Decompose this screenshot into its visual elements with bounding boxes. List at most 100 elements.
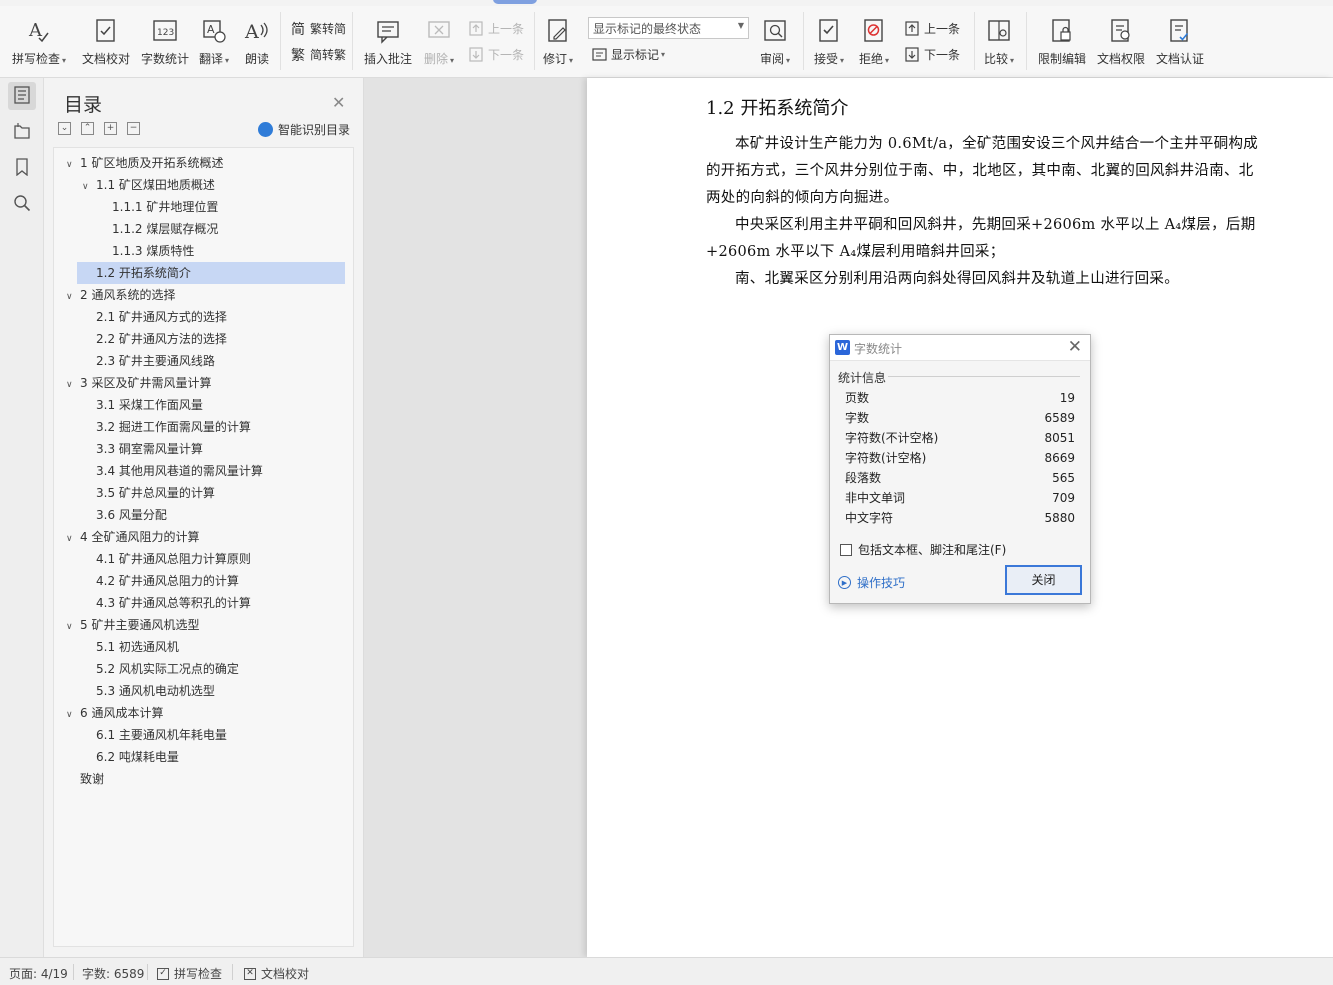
toc-item-label: 3.2 掘进工作面需风量的计算 (96, 420, 251, 434)
status-divider (73, 964, 74, 980)
stat-value: 565 (1052, 471, 1075, 485)
word-count-button[interactable]: 123 字数统计 (141, 18, 189, 67)
review-pane-icon (762, 18, 788, 44)
close-icon[interactable]: ✕ (332, 93, 345, 112)
include-notes-checkbox[interactable]: 包括文本框、脚注和尾注(F) (840, 541, 1006, 558)
prev-comment-button[interactable]: 上一条 (468, 20, 524, 37)
toc-item[interactable]: 1.1.1 矿井地理位置 (54, 196, 353, 218)
delete-label: 删除 (424, 52, 449, 66)
compare-button[interactable]: 比较 ▾ (984, 18, 1014, 67)
simplified-char-icon: 简 (291, 21, 305, 38)
doc-certify-button[interactable]: 文档认证 (1156, 18, 1204, 67)
markup-state-select[interactable]: 显示标记的最终状态 ▼ (588, 17, 749, 39)
status-doc-proof-label: 文档校对 (261, 967, 310, 981)
doc-proof-label: 文档校对 (82, 52, 131, 66)
toc-item[interactable]: 1.1.2 煤层赋存概况 (54, 218, 353, 240)
insert-comment-button[interactable]: 插入批注 (364, 18, 412, 67)
chevron-down-icon[interactable]: ∨ (66, 374, 80, 396)
toc-item[interactable]: 4.1 矿井通风总阻力计算原则 (54, 548, 353, 570)
collapse-all-icon[interactable]: ⌄ (58, 122, 71, 135)
read-aloud-button[interactable]: A 朗读 (244, 18, 270, 67)
expand-up-icon[interactable]: ⌃ (81, 122, 94, 135)
chevron-down-icon[interactable]: ∨ (66, 616, 80, 638)
tips-link[interactable]: ▶ 操作技巧 (838, 574, 905, 591)
toc-item-label: 6.1 主要通风机年耗电量 (96, 728, 227, 742)
toc-item[interactable]: ∨ 1.1 矿区煤田地质概述 (54, 174, 353, 196)
review-pane-button[interactable]: 审阅 ▾ (760, 18, 790, 67)
chapter-nav-button[interactable] (8, 118, 36, 146)
toc-item-label: 1.1.2 煤层赋存概况 (112, 222, 219, 236)
toc-item[interactable]: ∨ 4 全矿通风阻力的计算 (54, 526, 353, 548)
remove-heading-icon[interactable]: − (127, 122, 140, 135)
track-changes-button[interactable]: 修订 ▾ (543, 18, 573, 67)
bookmark-button[interactable] (8, 154, 36, 182)
toc-item-label: 5.2 风机实际工况点的确定 (96, 662, 239, 676)
doc-proof-button[interactable]: 文档校对 (82, 18, 130, 67)
toc-item[interactable]: 5.3 通风机电动机选型 (54, 680, 353, 702)
doc-permission-button[interactable]: 文档权限 (1097, 18, 1145, 67)
add-heading-icon[interactable]: + (104, 122, 117, 135)
toc-item-label: 1.1.1 矿井地理位置 (112, 200, 219, 214)
toc-item[interactable]: 6.1 主要通风机年耗电量 (54, 724, 353, 746)
toc-panel-button[interactable] (8, 82, 36, 110)
toc-item[interactable]: 3.1 采煤工作面风量 (54, 394, 353, 416)
toc-item[interactable]: ∨ 6 通风成本计算 (54, 702, 353, 724)
outline-icon (14, 85, 30, 107)
search-button[interactable] (8, 190, 36, 218)
toc-item[interactable]: ∨ 2 通风系统的选择 (54, 284, 353, 306)
toc-item[interactable]: ∨ 5 矿井主要通风机选型 (54, 614, 353, 636)
chevron-down-icon[interactable]: ∨ (66, 286, 80, 308)
toc-item[interactable]: 5.1 初选通风机 (54, 636, 353, 658)
chevron-down-icon[interactable]: ∨ (66, 704, 80, 726)
chevron-down-icon[interactable]: ∨ (82, 176, 96, 198)
toc-item[interactable]: 3.4 其他用风巷道的需风量计算 (54, 460, 353, 482)
toc-item[interactable]: 3.5 矿井总风量的计算 (54, 482, 353, 504)
toc-item[interactable]: ∨ 3 采区及矿井需风量计算 (54, 372, 353, 394)
toc-item[interactable]: 2.3 矿井主要通风线路 (54, 350, 353, 372)
status-doc-proof[interactable]: ✕ 文档校对 (244, 965, 309, 982)
toc-item[interactable]: 3.6 风量分配 (54, 504, 353, 526)
trad-to-simp-button[interactable]: 简 繁转简 (290, 20, 346, 38)
toc-item-label: 4 全矿通风阻力的计算 (80, 530, 200, 544)
prev-change-icon (904, 21, 920, 37)
toc-item[interactable]: 2.2 矿井通风方法的选择 (54, 328, 353, 350)
simp-to-trad-button[interactable]: 繁 简转繁 (290, 46, 346, 64)
prev-change-button[interactable]: 上一条 (904, 20, 960, 37)
close-button[interactable]: 关闭 (1005, 565, 1082, 595)
restrict-edit-button[interactable]: 限制编辑 (1038, 18, 1086, 67)
show-markup-label: 显示标记 (611, 48, 660, 62)
smart-toc-button[interactable]: 智能识别目录 (258, 121, 350, 138)
next-comment-button[interactable]: 下一条 (468, 46, 524, 63)
active-tab-indicator[interactable] (493, 0, 537, 4)
toc-item[interactable]: 3.2 掘进工作面需风量的计算 (54, 416, 353, 438)
reject-button[interactable]: 拒绝 ▾ (859, 18, 889, 67)
insert-comment-label: 插入批注 (364, 52, 413, 66)
toc-item[interactable]: 致谢 (54, 768, 353, 790)
toc-item[interactable]: 1.1.3 煤质特性 (54, 240, 353, 262)
toc-item[interactable]: 2.1 矿井通风方式的选择 (54, 306, 353, 328)
toc-item-label: 致谢 (80, 772, 105, 786)
next-comment-icon (468, 47, 484, 63)
next-change-button[interactable]: 下一条 (904, 46, 960, 63)
chevron-down-icon[interactable]: ∨ (66, 154, 80, 176)
toc-item[interactable]: 5.2 风机实际工况点的确定 (54, 658, 353, 680)
page-indicator[interactable]: 页面: 4/19 (9, 965, 68, 982)
play-icon: ▶ (838, 576, 851, 589)
toc-item[interactable]: 3.3 硐室需风量计算 (54, 438, 353, 460)
delete-comment-button[interactable]: 删除 ▾ (424, 18, 454, 67)
toc-item[interactable]: ∨ 1 矿区地质及开拓系统概述 (54, 152, 353, 174)
chevron-down-icon[interactable]: ∨ (66, 528, 80, 550)
toc-item-label: 3.1 采煤工作面风量 (96, 398, 203, 412)
toc-item[interactable]: 1.2 开拓系统简介 (77, 262, 345, 284)
spell-check-button[interactable]: A 拼写检查 ▾ (12, 18, 66, 67)
toc-item[interactable]: 6.2 吨煤耗电量 (54, 746, 353, 768)
status-spell-check[interactable]: ✓ 拼写检查 (157, 965, 222, 982)
toc-item[interactable]: 4.3 矿井通风总等积孔的计算 (54, 592, 353, 614)
word-count-indicator[interactable]: 字数: 6589 (82, 965, 144, 982)
checkbox-icon[interactable] (840, 543, 852, 556)
show-markup-button[interactable]: 显示标记 ▾ (591, 46, 665, 63)
translate-button[interactable]: A 翻译 ▾ (199, 18, 229, 67)
accept-button[interactable]: 接受 ▾ (814, 18, 844, 67)
close-icon[interactable]: ✕ (1068, 337, 1082, 357)
toc-item[interactable]: 4.2 矿井通风总阻力的计算 (54, 570, 353, 592)
